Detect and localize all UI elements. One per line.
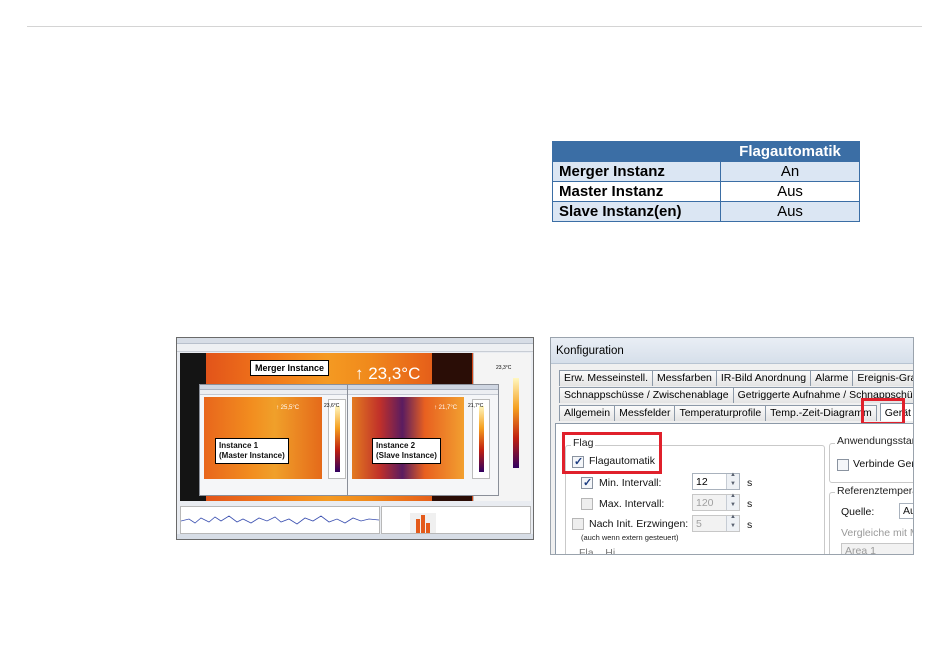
instance-2-label: Instance 2 (Slave Instance) xyxy=(372,438,441,464)
instance-1-line1: Instance 1 xyxy=(219,441,259,450)
tab-allgemein[interactable]: Allgemein xyxy=(559,405,616,421)
spin-arrows-icon[interactable] xyxy=(726,514,739,531)
nach-init-checkbox[interactable] xyxy=(572,518,584,530)
instance-2-line2: (Slave Instance) xyxy=(376,451,437,460)
nach-init-value: 5 xyxy=(696,518,702,530)
row-value: Aus xyxy=(720,181,860,202)
instance-2-window: ↑ 21,7°C 21,7°C Instance 2 (Slave Instan… xyxy=(347,384,499,496)
verbinde-geraet-checkbox[interactable] xyxy=(837,459,849,471)
max-intervall-checkbox[interactable] xyxy=(581,498,593,510)
tab-ereignis-grabber[interactable]: Ereignis-Grabb xyxy=(852,370,913,386)
instance-1-line2: (Master Instance) xyxy=(219,451,285,460)
instance-2-side-temp: 21,7°C xyxy=(468,403,484,409)
tab-temp-zeit-diagramm[interactable]: Temp.-Zeit-Diagramm xyxy=(765,405,877,421)
table-header-flagautomatik: Flagautomatik xyxy=(720,141,860,162)
histogram-bar xyxy=(421,515,425,533)
table-row: Master Instanz Aus xyxy=(552,181,860,202)
max-intervall-stepper[interactable]: 120 xyxy=(692,493,740,511)
cut-off-option-text: Fla... Hi... ... xyxy=(579,547,636,555)
min-intervall-unit: s xyxy=(747,477,753,489)
merger-instance-label: Merger Instance xyxy=(250,360,330,376)
color-scale-bar xyxy=(513,378,519,468)
side-temperature: 23,3°C xyxy=(496,365,512,371)
instance-2-temp: ↑ 21,7°C xyxy=(434,405,458,411)
window-toolbar xyxy=(200,390,354,395)
spin-arrows-icon[interactable] xyxy=(726,472,739,489)
histogram-bar xyxy=(416,519,420,533)
window-toolbar xyxy=(348,390,498,395)
row-label: Slave Instanz(en) xyxy=(552,201,721,222)
instance-2-line1: Instance 2 xyxy=(376,441,416,450)
histogram-bar xyxy=(426,523,430,533)
nach-init-label: Nach Init. Erzwingen: xyxy=(589,518,689,530)
nach-init-unit: s xyxy=(747,519,753,531)
vergleiche-label: Vergleiche mit M xyxy=(841,527,914,539)
min-intervall-label: Min. Intervall: xyxy=(599,477,662,489)
table-row: Merger Instanz An xyxy=(552,161,860,182)
row-label: Merger Instanz xyxy=(552,161,721,182)
graph-line-icon xyxy=(180,515,380,525)
quelle-select[interactable]: Au xyxy=(899,503,913,519)
row-value: An xyxy=(720,161,860,182)
dialog-titlebar: Konfiguration xyxy=(551,338,913,364)
flagautomatik-label: Flagautomatik xyxy=(589,455,655,467)
tab-alarme[interactable]: Alarme xyxy=(810,370,854,386)
table-header-empty xyxy=(552,141,721,162)
max-intervall-unit: s xyxy=(747,498,753,510)
quelle-label: Quelle: xyxy=(841,506,875,518)
area-value: Area 1 xyxy=(845,545,876,555)
instance-1-temp: ↑ 25,5°C xyxy=(276,405,300,411)
instance-1-window: ↑ 25,5°C 23,6°C Instance 1 (Master Insta… xyxy=(199,384,355,496)
instance-1-side-temp: 23,6°C xyxy=(324,403,340,409)
konfiguration-dialog: Konfiguration Erw. Messeinstell. Messfar… xyxy=(550,337,914,555)
row-label: Master Instanz xyxy=(552,181,721,202)
instance-1-label: Instance 1 (Master Instance) xyxy=(215,438,289,464)
min-intervall-value: 12 xyxy=(696,476,708,488)
nach-init-note: (auch wenn extern gesteuert) xyxy=(581,533,679,542)
color-scale-bar xyxy=(328,399,346,479)
top-rule xyxy=(27,26,922,27)
tab-row-1: Erw. Messeinstell. Messfarben IR-Bild An… xyxy=(559,370,913,386)
area-select[interactable]: Area 1 xyxy=(841,543,913,555)
status-bar xyxy=(177,534,533,539)
temperature-time-graph xyxy=(180,506,380,534)
tab-temperaturprofile[interactable]: Temperaturprofile xyxy=(674,405,767,421)
tab-messfelder[interactable]: Messfelder xyxy=(614,405,676,421)
anwendungsstart-title: Anwendungsstart xyxy=(835,435,913,447)
table-header-row: Flagautomatik xyxy=(552,141,860,162)
highlight-geraet-tab xyxy=(861,398,905,425)
tab-ir-bild-anordnung[interactable]: IR-Bild Anordnung xyxy=(715,370,812,386)
big-temperature: ↑ 23,3°C xyxy=(355,364,421,383)
tab-erw-messeinstell[interactable]: Erw. Messeinstell. xyxy=(559,370,654,386)
referenztemperatur-title: Referenztempera xyxy=(835,485,913,497)
histogram-panel xyxy=(381,506,531,534)
min-intervall-stepper[interactable]: 12 xyxy=(692,472,740,490)
dialog-title: Konfiguration xyxy=(556,345,624,357)
quelle-value: Au xyxy=(903,505,913,517)
nach-init-stepper[interactable]: 5 xyxy=(692,514,740,532)
spin-arrows-icon[interactable] xyxy=(726,493,739,510)
table-row: Slave Instanz(en) Aus xyxy=(552,201,860,222)
tab-messfarben[interactable]: Messfarben xyxy=(652,370,717,386)
flagautomatik-checkbox[interactable] xyxy=(572,455,584,468)
tab-schnappschuesse[interactable]: Schnappschüsse / Zwischenablage xyxy=(559,387,734,403)
thermal-software-screenshot: 23,3°C ↑ 23,3°C Merger Instance ↑ 25,5°C… xyxy=(176,337,534,540)
verbinde-geraet-label: Verbinde Ger xyxy=(853,458,914,470)
max-intervall-value: 120 xyxy=(696,497,714,509)
flag-table: Flagautomatik Merger Instanz An Master I… xyxy=(552,141,860,222)
row-value: Aus xyxy=(720,201,860,222)
window-toolbar xyxy=(177,344,533,352)
color-scale-bar xyxy=(472,399,490,479)
min-intervall-checkbox[interactable] xyxy=(581,476,593,489)
max-intervall-label: Max. Intervall: xyxy=(599,498,665,510)
